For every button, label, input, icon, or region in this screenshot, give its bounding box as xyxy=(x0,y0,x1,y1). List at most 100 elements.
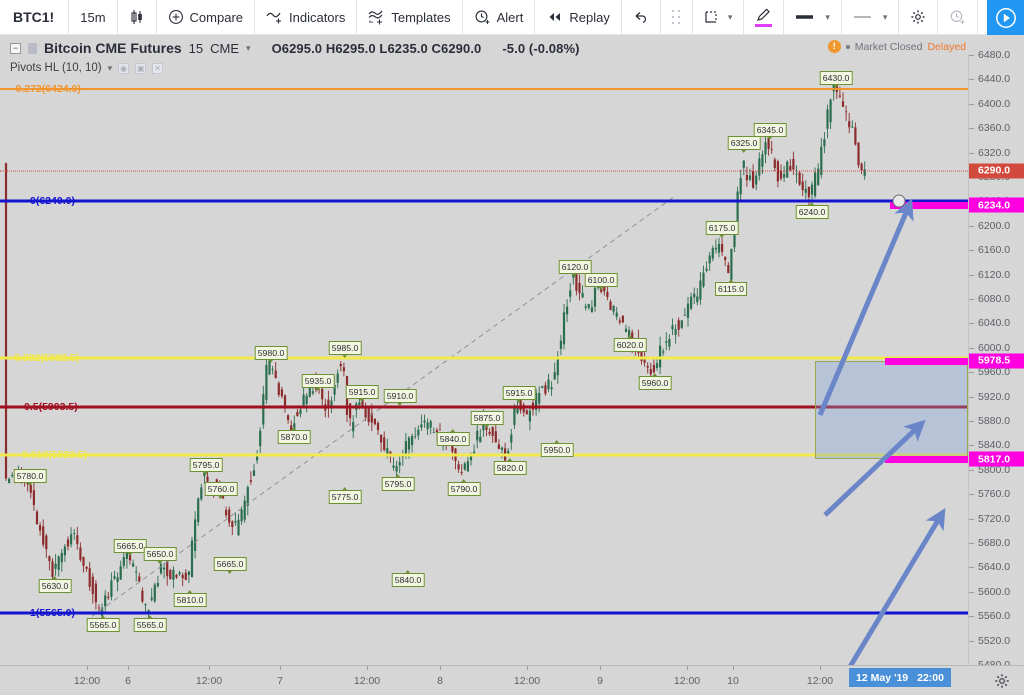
pivot-pointer-icon xyxy=(483,424,490,428)
alarm-clock-icon xyxy=(474,9,491,25)
pivot-label[interactable]: 5840.0 xyxy=(391,570,425,587)
alert-button[interactable]: Alert xyxy=(463,0,536,35)
layout-icon xyxy=(704,9,722,25)
price-axis-label: 6320.0 xyxy=(978,146,1011,159)
pivot-pointer-icon xyxy=(290,427,297,431)
pen-color-swatch xyxy=(755,24,773,27)
price-axis-tick xyxy=(969,323,974,325)
chevron-down-icon: ▾ xyxy=(727,11,733,22)
symbol-button[interactable]: BTC1! xyxy=(0,0,70,35)
pivot-label[interactable]: 5810.0 xyxy=(173,590,207,607)
pivot-label[interactable]: 5960.0 xyxy=(638,373,672,390)
pivot-label[interactable]: 5630.0 xyxy=(38,576,72,593)
chevron-down-icon[interactable]: ▾ xyxy=(246,43,251,54)
symbol-name[interactable]: Bitcoin CME Futures xyxy=(44,40,182,56)
go-button[interactable] xyxy=(987,0,1024,35)
pivot-label[interactable]: 5870.0 xyxy=(277,427,311,444)
time-axis-label: 6 xyxy=(125,675,131,687)
pivot-label[interactable]: 5760.0 xyxy=(204,482,238,499)
time-axis-label: 12:00 xyxy=(195,675,223,687)
pivot-label[interactable]: 6430.0 xyxy=(819,71,853,88)
symbol-exchange[interactable]: CME xyxy=(210,41,239,56)
price-axis-label: 5600.0 xyxy=(978,585,1011,598)
pivot-pointer-icon xyxy=(26,482,33,486)
line-style-button[interactable]: ▾ xyxy=(842,0,900,35)
price-axis-badge-level[interactable]: 6234.0 xyxy=(969,197,1024,213)
indicators-label: Indicators xyxy=(289,9,346,25)
replay-label: Replay xyxy=(569,9,610,25)
pivot-label[interactable]: 5915.0 xyxy=(345,385,379,402)
chart-settings-gear-icon[interactable] xyxy=(994,673,1010,694)
pivot-label[interactable]: 6325.0 xyxy=(727,136,761,153)
pivot-label[interactable]: 5875.0 xyxy=(470,411,504,428)
price-axis-label: 6360.0 xyxy=(978,122,1011,135)
pivot-label[interactable]: 5565.0 xyxy=(133,615,167,632)
time-axis-tick xyxy=(209,666,210,670)
time-axis-label: 12:00 xyxy=(513,675,541,687)
chart-style-button[interactable] xyxy=(118,0,157,35)
time-axis-label: 12:00 xyxy=(73,675,101,687)
interval-button[interactable]: 15m xyxy=(69,0,118,35)
line-thickness-button[interactable]: ▾ xyxy=(784,0,842,35)
price-axis[interactable]: 6480.06440.06400.06360.06320.06280.06240… xyxy=(968,49,1024,671)
pivot-label[interactable]: 5650.0 xyxy=(143,547,177,564)
price-axis-label: 5920.0 xyxy=(978,390,1011,403)
pivot-label[interactable]: 5840.0 xyxy=(436,429,470,446)
compare-button[interactable]: Compare xyxy=(157,0,255,35)
layout-button[interactable]: ▾ xyxy=(693,0,745,35)
collapse-icon[interactable]: − xyxy=(10,42,21,54)
price-axis-badge-level[interactable]: 5978.5 xyxy=(969,353,1024,369)
price-axis-badge-last-price[interactable]: 6290.0 xyxy=(969,163,1024,179)
pivot-label[interactable]: 5790.0 xyxy=(447,479,481,496)
pivot-pointer-icon xyxy=(341,354,348,358)
pivot-label[interactable]: 5565.0 xyxy=(86,615,120,632)
templates-label: Templates xyxy=(391,9,451,25)
pivot-pointer-icon xyxy=(404,570,411,574)
replay-button[interactable]: Replay xyxy=(535,0,622,35)
time-axis[interactable]: 12:00 6 12:00 7 12:00 8 12:00 9 12:00 10 12:00 12 M… xyxy=(0,665,1024,695)
templates-button[interactable]: Templates xyxy=(357,0,463,35)
pivot-label[interactable]: 5980.0 xyxy=(254,346,288,363)
add-alert-button[interactable] xyxy=(938,0,979,35)
pivot-pointer-icon xyxy=(515,399,522,403)
pivot-pointer-icon xyxy=(394,474,401,478)
pivot-label[interactable]: 5795.0 xyxy=(189,458,223,475)
pivot-label[interactable]: 6240.0 xyxy=(795,202,829,219)
pivot-label[interactable]: 6120.0 xyxy=(558,260,592,277)
pivot-label[interactable]: 5795.0 xyxy=(381,474,415,491)
pivot-pointer-icon xyxy=(571,273,578,277)
pivot-label[interactable]: 5820.0 xyxy=(493,458,527,475)
undo-button[interactable] xyxy=(622,0,661,35)
time-axis-tick xyxy=(87,666,88,670)
pivot-label[interactable]: 6345.0 xyxy=(753,123,787,140)
pivot-label[interactable]: 5950.0 xyxy=(540,440,574,457)
pivot-label[interactable]: 5665.0 xyxy=(113,539,147,556)
info-bulb-icon[interactable]: ! xyxy=(827,40,841,53)
pivot-pointer-icon xyxy=(808,202,815,206)
symbol-interval[interactable]: 15 xyxy=(189,41,203,56)
pivot-label[interactable]: 6020.0 xyxy=(613,335,647,352)
pivot-label[interactable]: 5665.0 xyxy=(213,557,247,574)
drag-grip[interactable] xyxy=(661,0,693,35)
pen-tool-button[interactable] xyxy=(744,0,785,35)
pivot-label[interactable]: 5985.0 xyxy=(328,341,362,358)
templates-icon xyxy=(368,9,385,25)
pivot-label[interactable]: 5915.0 xyxy=(502,386,536,403)
pivot-label[interactable]: 6115.0 xyxy=(715,279,747,296)
indicators-button[interactable]: Indicators xyxy=(255,0,358,35)
level-anchor-handle[interactable] xyxy=(892,194,906,208)
pivot-label[interactable]: 6175.0 xyxy=(705,221,739,238)
chart-pane[interactable]: -0.272(6424.0) 0(6240.0) 0.382(5982.5) 0.5(… xyxy=(0,55,968,665)
pivot-label[interactable]: 5910.0 xyxy=(383,389,417,406)
price-axis-badge-level[interactable]: 5817.0 xyxy=(969,451,1024,467)
market-status-group: ! Market Closed Delayed xyxy=(827,40,966,53)
time-axis-badge[interactable]: 12 May '19 22:00 xyxy=(849,668,951,687)
indicators-icon xyxy=(266,9,283,25)
pivot-label[interactable]: 5935.0 xyxy=(301,374,335,391)
pivot-label[interactable]: 5780.0 xyxy=(13,469,47,486)
play-icon xyxy=(995,7,1017,29)
settings-button[interactable] xyxy=(899,0,939,35)
pivot-label[interactable]: 5775.0 xyxy=(328,487,362,504)
pivot-label[interactable]: 6100.0 xyxy=(584,273,618,290)
pivot-pointer-icon xyxy=(553,440,560,444)
